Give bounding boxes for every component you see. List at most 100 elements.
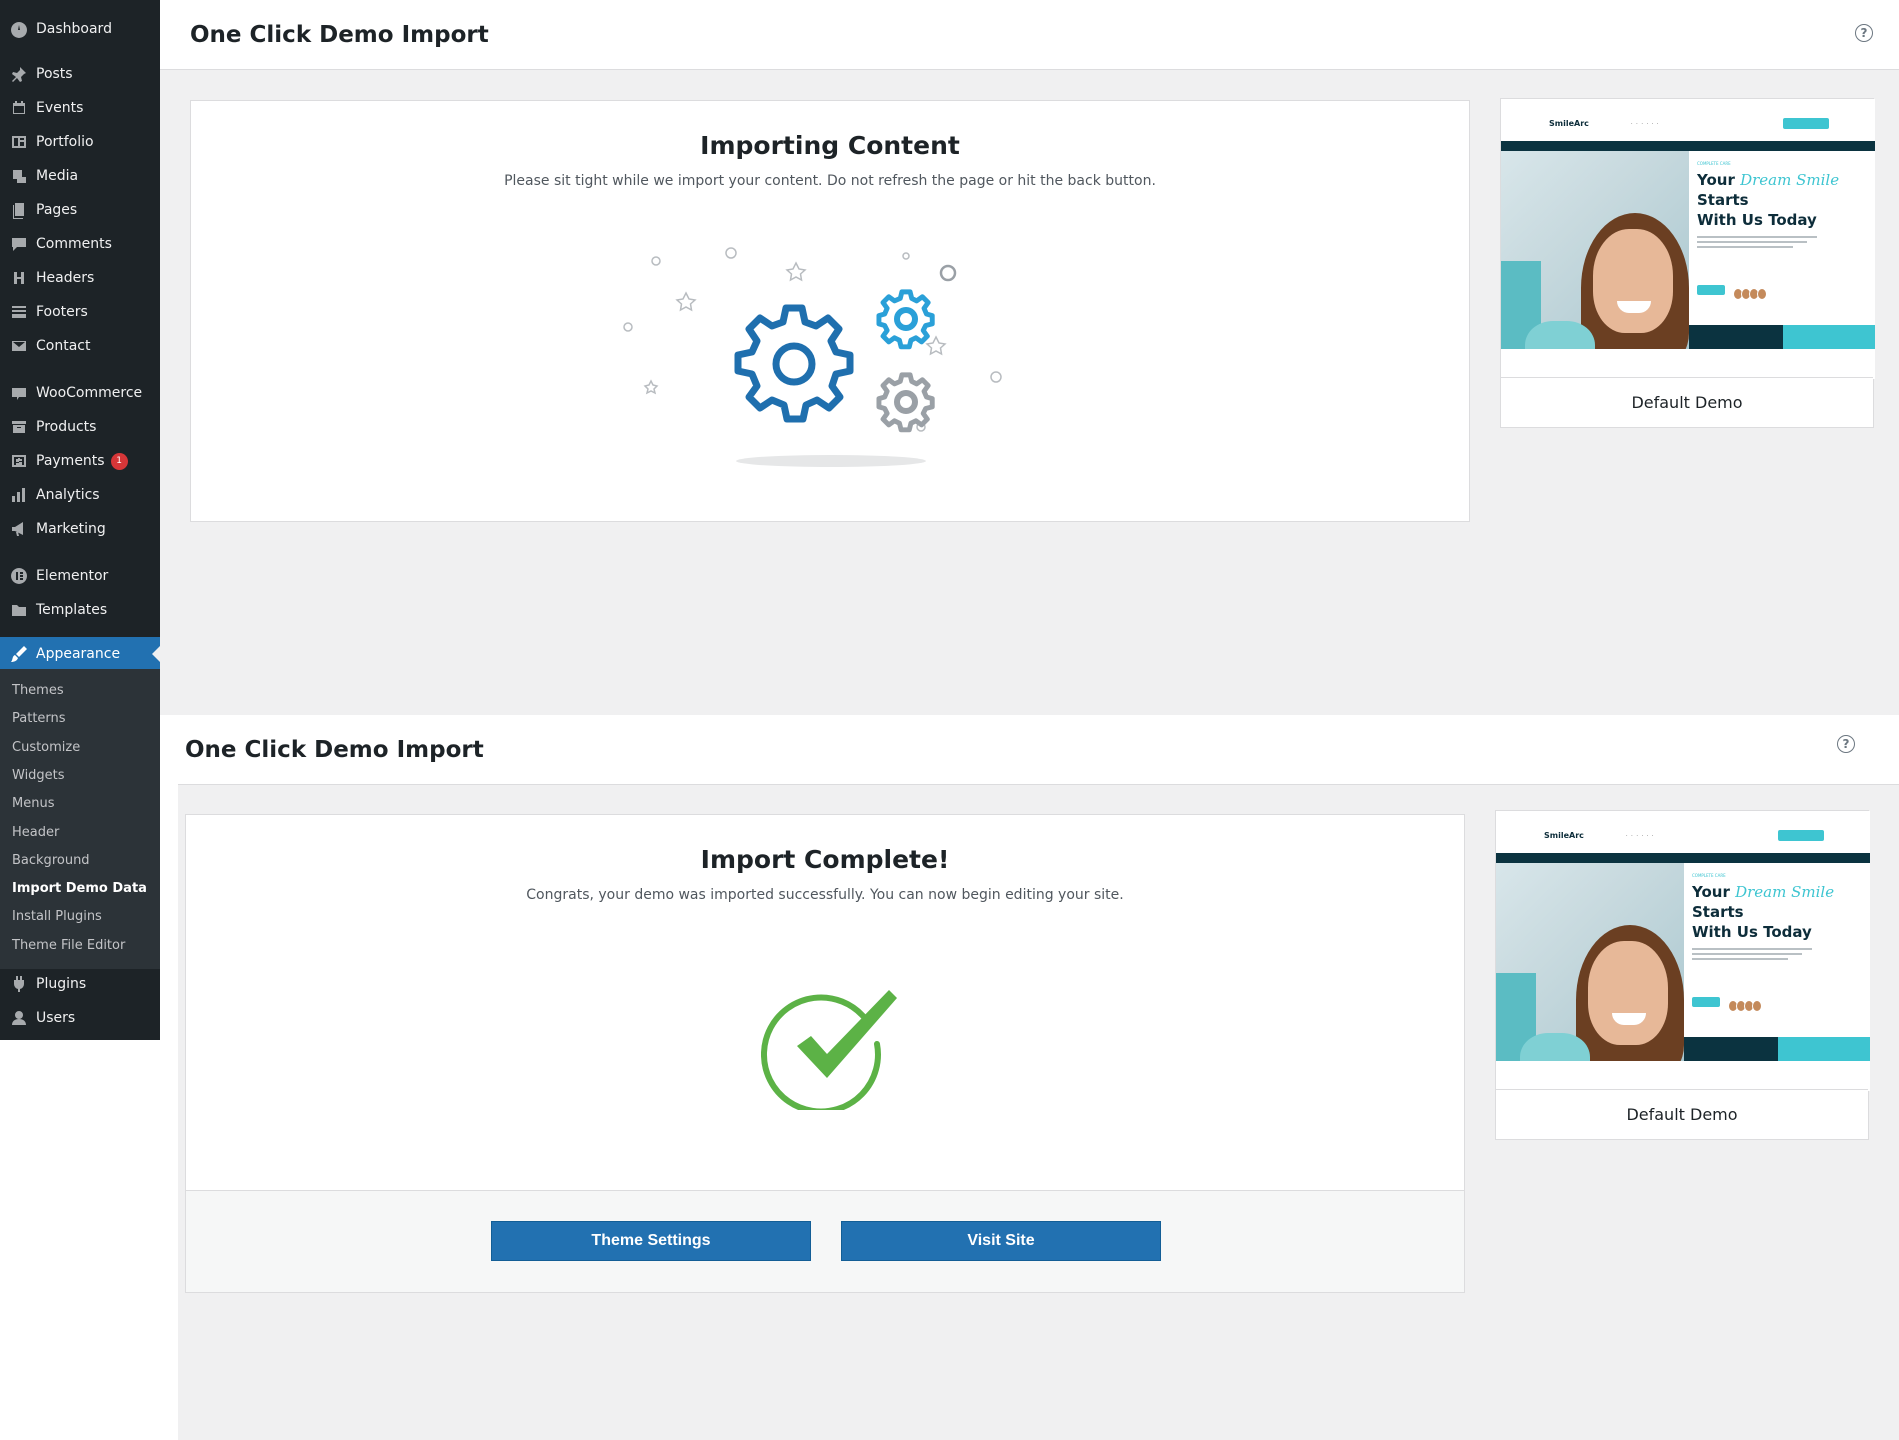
sidebar-item-posts[interactable]: Posts xyxy=(0,57,160,91)
demo-hero-kicker: COMPLETE CARE xyxy=(1697,161,1731,166)
megaphone-icon xyxy=(0,520,36,538)
demo-nav: · · · · · · xyxy=(1631,121,1660,127)
sidebar-item-appearance[interactable]: Appearance xyxy=(0,637,160,671)
appearance-submenu: Themes Patterns Customize Widgets Menus Heade… xyxy=(0,669,160,969)
sidebar-item-label: Comments xyxy=(36,236,112,252)
notification-badge: 1 xyxy=(110,452,128,470)
demo-nav-button xyxy=(1778,830,1824,841)
calendar-icon xyxy=(0,99,36,117)
gears-icon xyxy=(616,231,1046,471)
header-h-icon xyxy=(0,269,36,287)
demo-follow-bar xyxy=(1684,1037,1778,1061)
demo-hero-button xyxy=(1697,285,1725,295)
demo-hero-text: COMPLETE CARE Your Dream Smile Starts Wi… xyxy=(1692,873,1864,963)
demo-screenshot: SmileArc · · · · · · COMPLETE CARE Your … xyxy=(1496,811,1870,1091)
sidebar-item-comments[interactable]: Comments xyxy=(0,227,160,261)
submenu-item-menus[interactable]: Menus xyxy=(12,796,54,811)
sidebar-item-templates[interactable]: Templates xyxy=(0,593,160,627)
sidebar-item-label: Headers xyxy=(36,270,95,286)
sidebar-item-label: Posts xyxy=(36,66,73,82)
demo-card-label: Default Demo xyxy=(1496,1089,1868,1139)
envelope-icon xyxy=(0,337,36,355)
sidebar-item-portfolio[interactable]: Portfolio xyxy=(0,125,160,159)
submenu-item-import-demo-data[interactable]: Import Demo Data xyxy=(12,881,147,896)
demo-card[interactable]: SmileArc · · · · · · COMPLETE CARE Your … xyxy=(1495,810,1870,1140)
sidebar-item-media[interactable]: Media xyxy=(0,159,160,193)
submenu-item-customize[interactable]: Customize xyxy=(12,740,80,755)
dollar-icon xyxy=(0,452,36,470)
visit-site-button[interactable]: Visit Site xyxy=(841,1221,1161,1261)
demo-topbar xyxy=(1501,99,1875,113)
submenu-item-background[interactable]: Background xyxy=(12,853,90,868)
sidebar-item-label: Pages xyxy=(36,202,78,218)
sidebar-item-pages[interactable]: Pages xyxy=(0,193,160,227)
sidebar-item-label: Users xyxy=(36,1010,76,1026)
demo-nav-button xyxy=(1783,118,1829,129)
panel-footer: Theme Settings Visit Site xyxy=(186,1190,1464,1292)
dashboard-icon xyxy=(0,20,36,38)
demo-topbar xyxy=(1496,811,1870,825)
panel-subtitle: Please sit tight while we import your co… xyxy=(504,173,1156,189)
sidebar-item-footers[interactable]: Footers xyxy=(0,295,160,329)
panel-subtitle: Congrats, your demo was imported success… xyxy=(526,887,1124,903)
folder-icon xyxy=(0,601,36,619)
demo-logo: SmileArc xyxy=(1544,831,1584,840)
page-title: One Click Demo Import xyxy=(185,737,484,763)
import-complete-panel: Import Complete! Congrats, your demo was… xyxy=(185,814,1465,1293)
demo-hero-kicker: COMPLETE CARE xyxy=(1692,873,1726,878)
submenu-item-header[interactable]: Header xyxy=(12,825,59,840)
sidebar-item-analytics[interactable]: Analytics xyxy=(0,478,160,512)
user-icon xyxy=(0,1009,36,1027)
sidebar-item-label: Elementor xyxy=(36,568,109,584)
archive-icon xyxy=(0,418,36,436)
sidebar-item-marketing[interactable]: Marketing xyxy=(0,512,160,546)
help-icon[interactable]: ? xyxy=(1837,735,1855,753)
sidebar-item-products[interactable]: Products xyxy=(0,410,160,444)
pin-icon xyxy=(0,65,36,83)
sidebar-item-events[interactable]: Events xyxy=(0,91,160,125)
elementor-icon xyxy=(0,567,36,585)
sidebar-item-label: Footers xyxy=(36,304,88,320)
sidebar-item-label: Media xyxy=(36,168,79,184)
sidebar-item-elementor[interactable]: Elementor xyxy=(0,559,160,593)
submenu-item-patterns[interactable]: Patterns xyxy=(12,711,66,726)
checkmark-circle-icon xyxy=(760,980,901,1115)
demo-pager-bar xyxy=(1778,1037,1870,1061)
active-indicator xyxy=(152,646,160,662)
sidebar-item-plugins[interactable]: Plugins xyxy=(0,967,160,1001)
page-header-top: One Click Demo Import ? xyxy=(160,0,1899,70)
submenu-item-themes[interactable]: Themes xyxy=(12,683,64,698)
footer-icon xyxy=(0,303,36,321)
demo-pager-bar xyxy=(1783,325,1875,349)
demo-avatars xyxy=(1728,997,1764,1012)
portfolio-icon xyxy=(0,133,36,151)
demo-card[interactable]: SmileArc · · · · · · COMPLETE CARE Your … xyxy=(1500,98,1875,428)
demo-nav: · · · · · · xyxy=(1626,833,1655,839)
sidebar-item-dashboard[interactable]: Dashboard xyxy=(0,12,160,46)
page-header-bottom: One Click Demo Import ? xyxy=(178,715,1899,785)
demo-hero-heading: Your Dream Smile Starts With Us Today xyxy=(1692,883,1835,941)
media-icon xyxy=(0,167,36,185)
sidebar-item-label: Plugins xyxy=(36,976,87,992)
submenu-item-widgets[interactable]: Widgets xyxy=(12,768,65,783)
sidebar-item-headers[interactable]: Headers xyxy=(0,261,160,295)
help-icon[interactable]: ? xyxy=(1855,24,1873,42)
sidebar-item-label: Appearance xyxy=(36,646,121,662)
demo-follow-bar xyxy=(1689,325,1783,349)
sidebar-item-woocommerce[interactable]: WooCommerce xyxy=(0,376,160,410)
sidebar-item-label: Dashboard xyxy=(36,21,112,37)
submenu-item-theme-file-editor[interactable]: Theme File Editor xyxy=(12,938,125,953)
submenu-item-install-plugins[interactable]: Install Plugins xyxy=(12,909,102,924)
demo-hero-button xyxy=(1692,997,1720,1007)
sidebar-item-label: Portfolio xyxy=(36,134,94,150)
sidebar-item-label: Templates xyxy=(36,602,108,618)
bar-chart-icon xyxy=(0,486,36,504)
sidebar-item-contact[interactable]: Contact xyxy=(0,329,160,363)
comment-icon xyxy=(0,235,36,253)
demo-card-label: Default Demo xyxy=(1501,377,1873,427)
sidebar-item-payments[interactable]: Payments 1 xyxy=(0,444,160,478)
sidebar-item-users[interactable]: Users xyxy=(0,1001,160,1035)
demo-hero-photo xyxy=(1496,863,1684,1091)
theme-settings-button[interactable]: Theme Settings xyxy=(491,1221,811,1261)
page-title: One Click Demo Import xyxy=(190,22,489,48)
